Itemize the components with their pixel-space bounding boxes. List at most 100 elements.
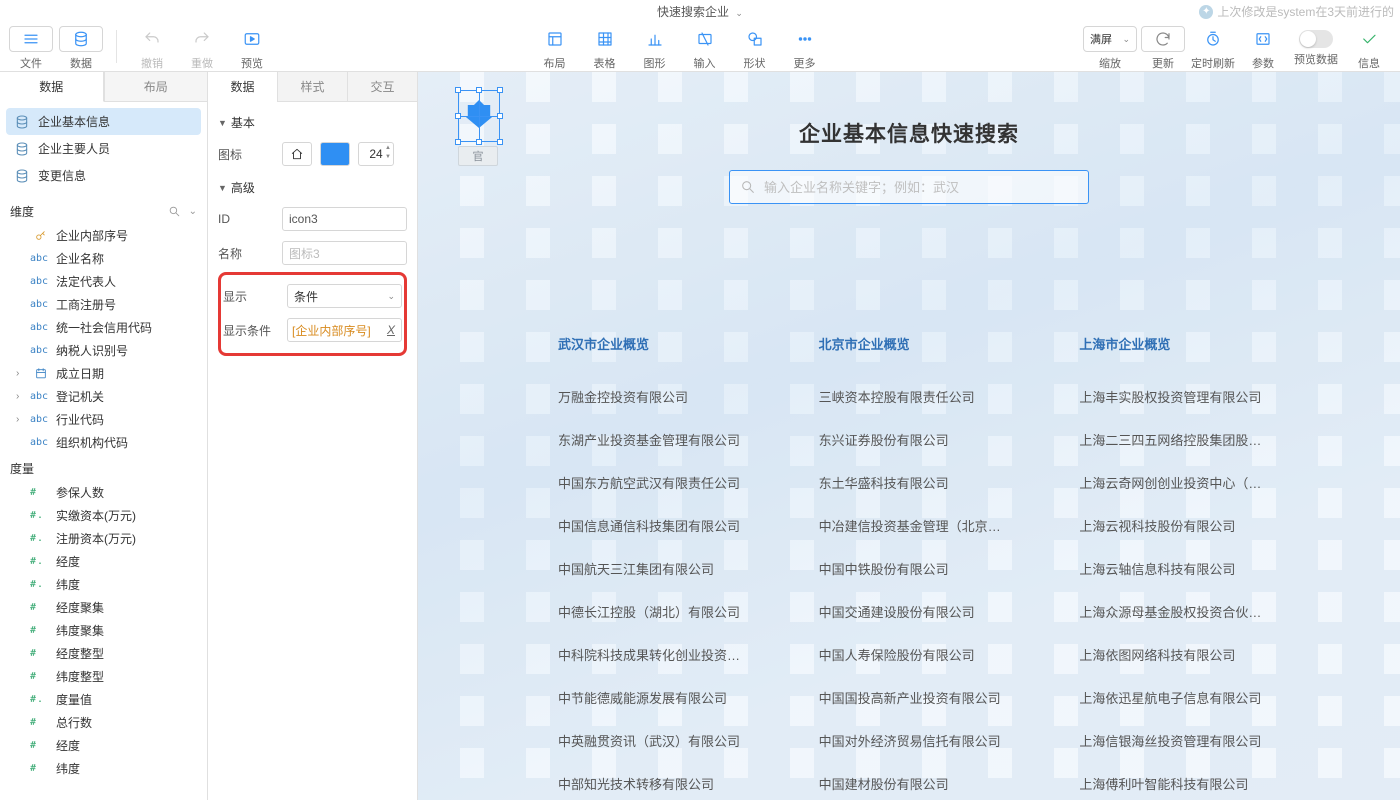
- name-input[interactable]: 图标3: [282, 241, 407, 265]
- measure-item[interactable]: #纬度: [0, 757, 207, 780]
- input-button[interactable]: 输入: [680, 22, 730, 71]
- chevron-down-icon[interactable]: ⌄: [189, 206, 197, 217]
- table-button[interactable]: 表格: [580, 22, 630, 71]
- company-link[interactable]: 中冶建信投资基金管理（北京）有限公司: [819, 504, 1010, 547]
- company-link[interactable]: 三峡资本控股有限责任公司: [819, 375, 1010, 418]
- dimension-item[interactable]: ›abc企业名称: [0, 247, 207, 270]
- column-header[interactable]: 北京市企业概览: [819, 334, 1010, 353]
- company-link[interactable]: 中部知光技术转移有限公司: [558, 762, 749, 800]
- dimension-item[interactable]: ›企业内部序号: [0, 224, 207, 247]
- search-box[interactable]: [729, 170, 1089, 204]
- id-input[interactable]: icon3: [282, 207, 407, 231]
- company-link[interactable]: 上海丰实股权投资管理有限公司: [1079, 375, 1270, 418]
- selected-widget[interactable]: 官: [458, 90, 500, 166]
- dataset-item[interactable]: 变更信息: [6, 162, 201, 189]
- color-swatch[interactable]: [320, 142, 350, 166]
- search-input[interactable]: [764, 180, 1078, 195]
- preview-data-button[interactable]: 预览数据: [1288, 22, 1344, 67]
- company-link[interactable]: 中国东方航空武汉有限责任公司: [558, 461, 749, 504]
- title-text[interactable]: 快速搜索企业 ⌄: [657, 3, 743, 20]
- side-tab-layout[interactable]: 布局: [104, 72, 208, 102]
- dimension-item[interactable]: ›abc登记机关: [0, 385, 207, 408]
- company-link[interactable]: 中国航天三江集团有限公司: [558, 547, 749, 590]
- company-link[interactable]: 上海众源母基金股权投资合伙企业（有限合伙）: [1079, 590, 1270, 633]
- dataset-item[interactable]: 企业基本信息: [6, 108, 201, 135]
- company-link[interactable]: 万融金控投资有限公司: [558, 375, 749, 418]
- measure-item[interactable]: #.度量值: [0, 688, 207, 711]
- prop-tab-interact[interactable]: 交互: [347, 72, 417, 102]
- params-button[interactable]: 参数: [1238, 22, 1288, 71]
- measure-item[interactable]: #经度整型: [0, 642, 207, 665]
- shape-button[interactable]: 形状: [730, 22, 780, 71]
- measure-item[interactable]: #.实缴资本(万元): [0, 504, 207, 527]
- layout-button[interactable]: 布局: [530, 22, 580, 71]
- dataset-item[interactable]: 企业主要人员: [6, 135, 201, 162]
- company-link[interactable]: 中国对外经济贸易信托有限公司: [819, 719, 1010, 762]
- condition-input[interactable]: [企业内部序号] X: [287, 318, 402, 342]
- dimension-item[interactable]: ›abc统一社会信用代码: [0, 316, 207, 339]
- icon-picker[interactable]: [282, 142, 312, 166]
- redo-button[interactable]: 重做: [177, 22, 227, 71]
- company-link[interactable]: 上海云奇网创创业投资中心（有限合伙）: [1079, 461, 1270, 504]
- company-link[interactable]: 上海信银海丝投资管理有限公司: [1079, 719, 1270, 762]
- data-button[interactable]: 数据: [56, 22, 106, 71]
- company-link[interactable]: 中节能德威能源发展有限公司: [558, 676, 749, 719]
- zoom-select[interactable]: 满屏 ⌄ 缩放: [1082, 22, 1138, 71]
- company-link[interactable]: 东兴证券股份有限公司: [819, 418, 1010, 461]
- undo-button[interactable]: 撤销: [127, 22, 177, 71]
- refresh-button[interactable]: 更新: [1138, 22, 1188, 71]
- chart-button[interactable]: 图形: [630, 22, 680, 71]
- company-link[interactable]: 东湖产业投资基金管理有限公司: [558, 418, 749, 461]
- file-button[interactable]: 文件: [6, 22, 56, 71]
- dimension-item[interactable]: ›abc纳税人识别号: [0, 339, 207, 362]
- company-link[interactable]: 中国中铁股份有限公司: [819, 547, 1010, 590]
- measure-item[interactable]: #.注册资本(万元): [0, 527, 207, 550]
- fx-button[interactable]: X: [385, 323, 397, 337]
- measure-item[interactable]: #总行数: [0, 711, 207, 734]
- company-link[interactable]: 中国交通建设股份有限公司: [819, 590, 1010, 633]
- company-link[interactable]: 中国信息通信科技集团有限公司: [558, 504, 749, 547]
- company-link[interactable]: 上海云视科技股份有限公司: [1079, 504, 1270, 547]
- prop-tab-data[interactable]: 数据: [208, 72, 277, 102]
- dimension-item[interactable]: ›abc工商注册号: [0, 293, 207, 316]
- dimension-item[interactable]: ›abc行业代码: [0, 408, 207, 431]
- column-header[interactable]: 上海市企业概览: [1079, 334, 1270, 353]
- company-link[interactable]: 中德长江控股（湖北）有限公司: [558, 590, 749, 633]
- canvas[interactable]: 官 企业基本信息快速搜索 武汉市企业概览万融金控投资有限公司东湖产业投资基金管理…: [418, 72, 1400, 800]
- section-basic[interactable]: ▼基本: [218, 106, 407, 137]
- measure-item[interactable]: #.纬度: [0, 573, 207, 596]
- company-link[interactable]: 上海云轴信息科技有限公司: [1079, 547, 1270, 590]
- measure-item[interactable]: #参保人数: [0, 481, 207, 504]
- params-icon: [1254, 30, 1272, 48]
- company-link[interactable]: 上海二三四五网络控股集团股份有限公司: [1079, 418, 1270, 461]
- measure-item[interactable]: #经度: [0, 734, 207, 757]
- company-link[interactable]: 上海依迅星航电子信息有限公司: [1079, 676, 1270, 719]
- dimension-item[interactable]: ›abc组织机构代码: [0, 431, 207, 452]
- icon-size-input[interactable]: 24▲▼: [358, 142, 394, 166]
- dimension-item[interactable]: ›abc法定代表人: [0, 270, 207, 293]
- timed-refresh-button[interactable]: 定时刷新: [1188, 22, 1238, 71]
- company-link[interactable]: 中英融贯资讯（武汉）有限公司: [558, 719, 749, 762]
- company-link[interactable]: 东土华盛科技有限公司: [819, 461, 1010, 504]
- dimension-item[interactable]: ›成立日期: [0, 362, 207, 385]
- company-link[interactable]: 上海依图网络科技有限公司: [1079, 633, 1270, 676]
- search-icon[interactable]: [168, 205, 181, 218]
- measure-item[interactable]: #纬度整型: [0, 665, 207, 688]
- section-advanced[interactable]: ▼高级: [218, 171, 407, 202]
- prop-tab-style[interactable]: 样式: [277, 72, 347, 102]
- company-link[interactable]: 上海傅利叶智能科技有限公司: [1079, 762, 1270, 800]
- measure-item[interactable]: #经度聚集: [0, 596, 207, 619]
- company-link[interactable]: 中国国投高新产业投资有限公司: [819, 676, 1010, 719]
- preview-button[interactable]: 预览: [227, 22, 277, 71]
- company-link[interactable]: 中国人寿保险股份有限公司: [819, 633, 1010, 676]
- measure-item[interactable]: #.经度: [0, 550, 207, 573]
- toggle-switch[interactable]: [1299, 30, 1333, 48]
- company-link[interactable]: 中国建材股份有限公司: [819, 762, 1010, 800]
- more-button[interactable]: 更多: [780, 22, 830, 71]
- show-select[interactable]: 条件⌄: [287, 284, 402, 308]
- company-link[interactable]: 中科院科技成果转化创业投资基金（武汉）合伙企: [558, 633, 749, 676]
- info-button[interactable]: 信息: [1344, 22, 1394, 71]
- column-header[interactable]: 武汉市企业概览: [558, 334, 749, 353]
- measure-item[interactable]: #纬度聚集: [0, 619, 207, 642]
- side-tab-data[interactable]: 数据: [0, 72, 104, 102]
